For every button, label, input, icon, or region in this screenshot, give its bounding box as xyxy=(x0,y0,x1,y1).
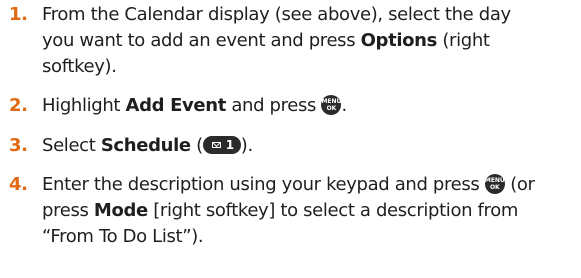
step-line: softkey). xyxy=(42,54,577,80)
text-segment: . xyxy=(341,95,347,116)
add-event-keyword: Add Event xyxy=(125,95,227,116)
step-line: Highlight Add Event and press MENU OK. xyxy=(42,93,577,119)
text-segment: (or xyxy=(504,174,535,195)
key-label-bottom: OK xyxy=(326,105,337,112)
text-segment: Highlight xyxy=(42,95,126,116)
step-number: 1. xyxy=(9,4,28,25)
text-segment: From the Calendar display (see above), s… xyxy=(42,4,511,25)
menu-ok-key-icon: MENU OK xyxy=(321,95,342,115)
step-number: 4. xyxy=(9,174,28,195)
text-segment: Enter the description using your keypad … xyxy=(42,174,485,195)
step-line: “From To Do List”). xyxy=(42,224,577,250)
step-text: Enter the description using your keypad … xyxy=(42,172,577,250)
options-keyword: Options xyxy=(360,30,438,51)
mode-keyword: Mode xyxy=(93,200,148,221)
instruction-steps: 1. From the Calendar display (see above)… xyxy=(0,0,581,278)
schedule-keyword: Schedule xyxy=(100,135,191,156)
step-line: press Mode [right softkey] to select a d… xyxy=(42,198,577,224)
step-number: 2. xyxy=(9,95,28,116)
step-line: Select Schedule (1). xyxy=(42,133,577,159)
key-label-top: MENU xyxy=(321,98,342,105)
envelope-icon xyxy=(211,142,221,148)
text-segment: [right softkey] to select a description … xyxy=(147,200,519,221)
text-segment: softkey). xyxy=(42,56,117,77)
step-line: From the Calendar display (see above), s… xyxy=(42,2,577,28)
key-number: 1 xyxy=(225,138,235,152)
menu-ok-key-icon: MENU OK xyxy=(484,174,505,194)
key-label-bottom: OK xyxy=(489,184,500,191)
step-text: From the Calendar display (see above), s… xyxy=(42,2,577,80)
schedule-key-icon: 1 xyxy=(202,136,241,154)
text-segment: you want to add an event and press xyxy=(42,30,361,51)
step-text: Select Schedule (1). xyxy=(42,133,577,159)
step-number: 3. xyxy=(9,135,28,156)
key-label-top: MENU xyxy=(484,177,505,184)
text-segment: ( xyxy=(190,135,203,156)
step-text: Highlight Add Event and press MENU OK. xyxy=(42,93,577,119)
step-line: you want to add an event and press Optio… xyxy=(42,28,577,54)
text-segment: (right xyxy=(437,30,490,51)
text-segment: press xyxy=(42,200,94,221)
text-segment: ). xyxy=(240,135,253,156)
text-segment: and press xyxy=(225,95,322,116)
step-line: Enter the description using your keypad … xyxy=(42,172,577,198)
text-segment: Select xyxy=(42,135,101,156)
text-segment: “From To Do List”). xyxy=(42,226,204,247)
